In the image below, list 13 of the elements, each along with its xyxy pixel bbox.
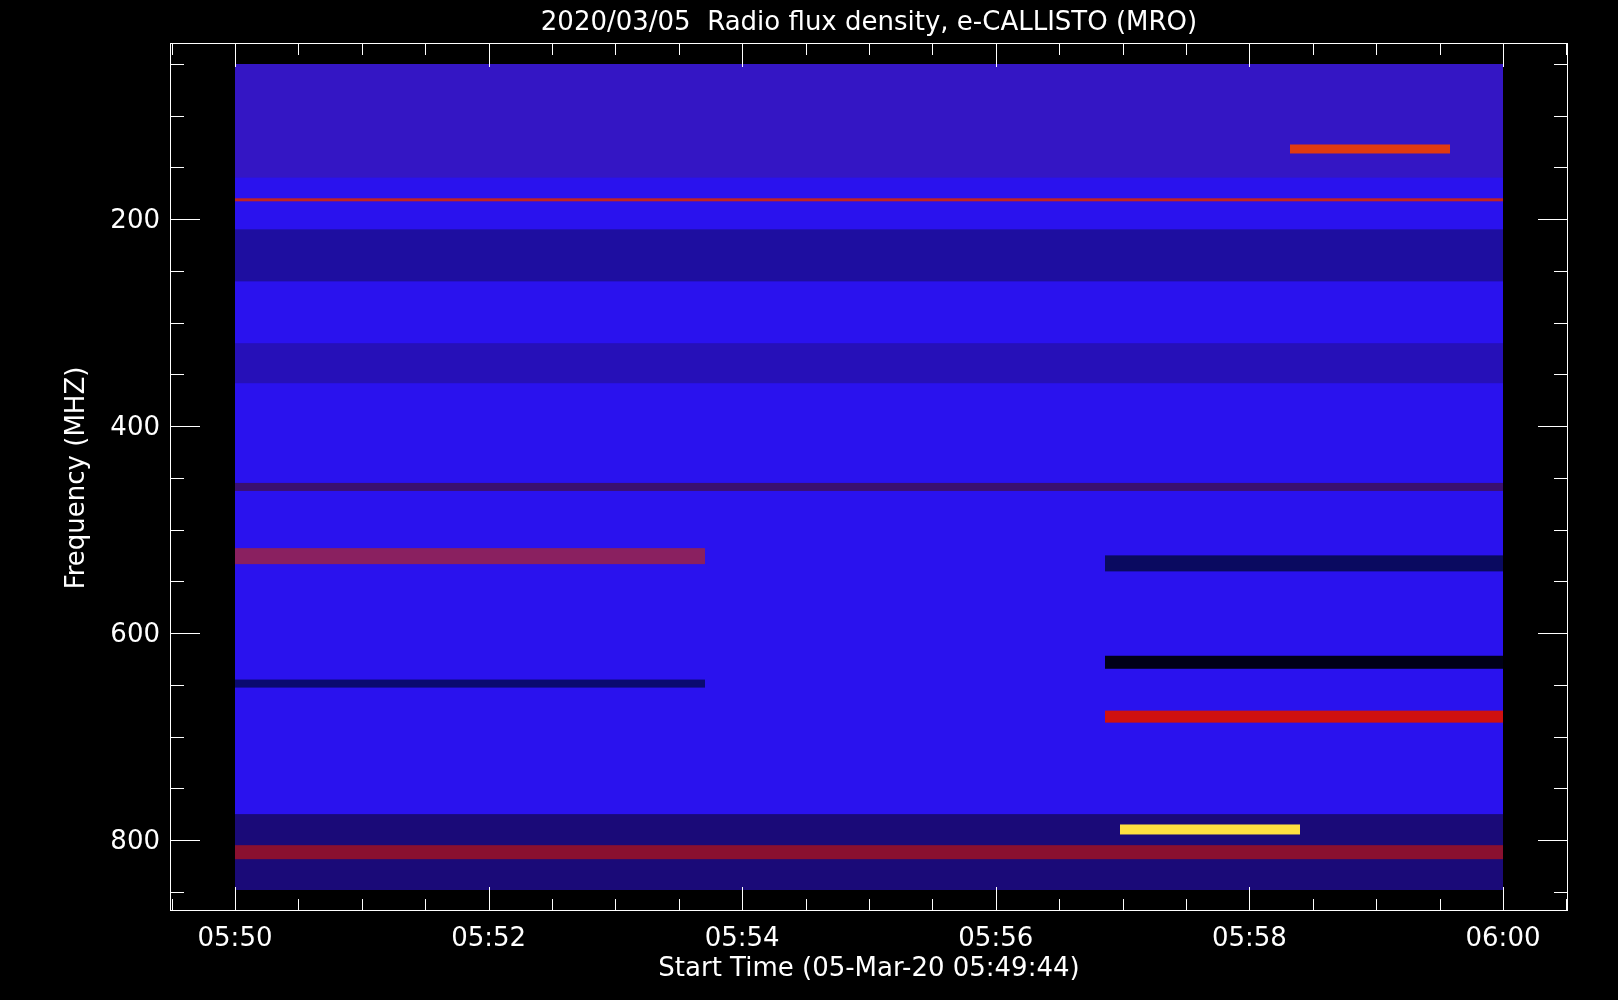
tick-label: 05:50 [197, 922, 273, 952]
tick-label: 05:54 [704, 922, 780, 952]
tick-label: 06:00 [1465, 922, 1541, 952]
tick-label: 400 [110, 411, 160, 441]
axis-label: Frequency (MHZ) [60, 366, 90, 590]
tick-label: 600 [110, 618, 160, 648]
axis-label: Start Time (05-Mar-20 05:49:44) [658, 952, 1080, 982]
tick-label: 05:52 [451, 922, 527, 952]
plot-title: 2020/03/05 Radio flux density, e-CALLISTO (MRO) [540, 6, 1198, 36]
tick-label: 05:56 [958, 922, 1034, 952]
tick-label: 05:58 [1211, 922, 1287, 952]
tick-label: 200 [110, 204, 160, 234]
tick-label: 800 [110, 825, 160, 855]
